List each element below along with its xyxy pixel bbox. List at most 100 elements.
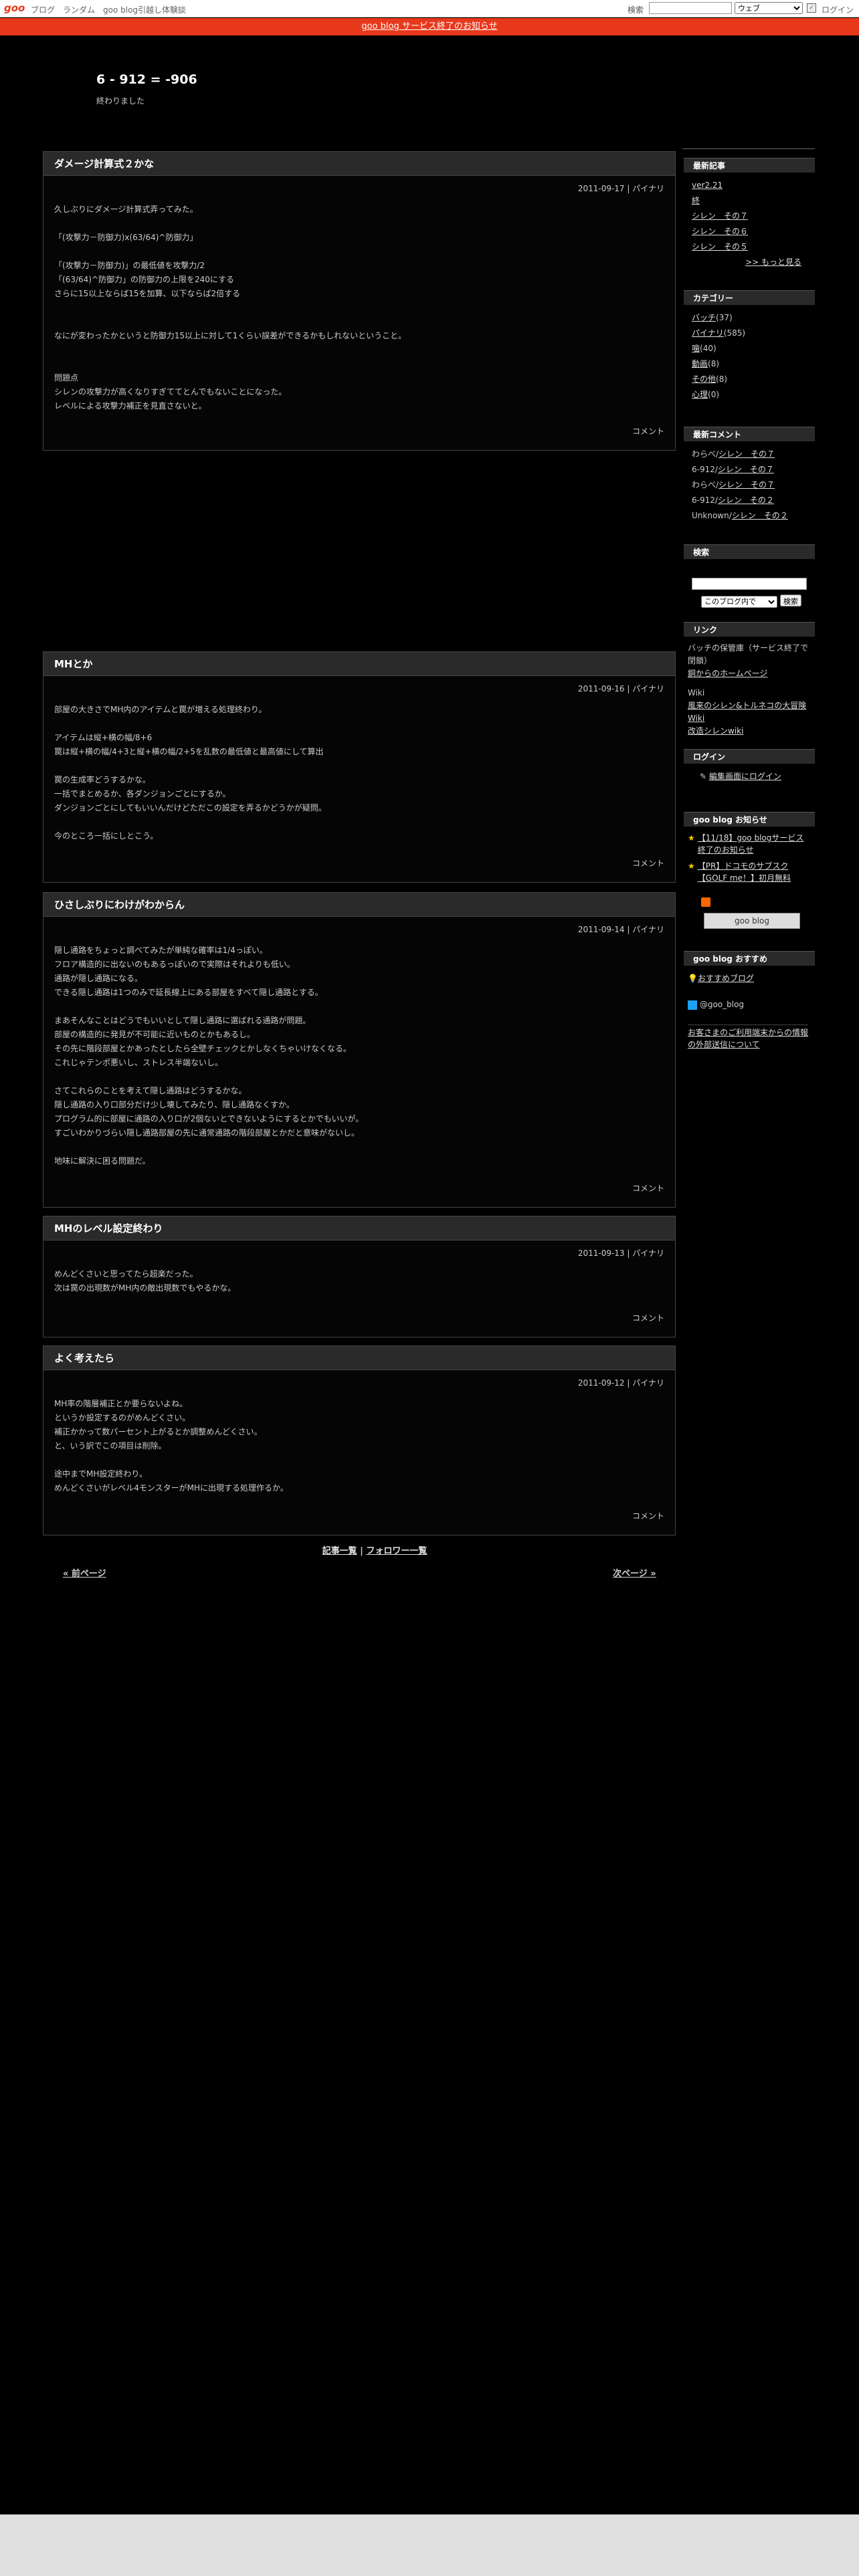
recent-post-link[interactable]: シレン その７ bbox=[692, 211, 748, 221]
blog-search-button[interactable]: 検索 bbox=[779, 595, 801, 607]
link-desc: バッチの保管庫（サービス終了で閉鎖） bbox=[688, 643, 809, 665]
entry-body: MH率の階層補正とか要らないよね。 というか設定するのがめんどくさい。 補正かか… bbox=[54, 1399, 288, 1493]
entry: MHとか 2011-09-16 | パイナリ 部屋の大きさでMH内のアイテムと罠… bbox=[43, 651, 676, 883]
twitter-handle[interactable]: @goo_blog bbox=[700, 1000, 744, 1009]
commenter: 6-912/ bbox=[692, 496, 718, 505]
widget-title: ログイン bbox=[684, 749, 815, 764]
notice-link[interactable]: goo blog サービス終了のお知らせ bbox=[361, 21, 497, 31]
commenter: わらべ/ bbox=[692, 449, 719, 459]
entry-meta: 2011-09-17 | パイナリ bbox=[577, 184, 664, 193]
search-scope-select[interactable]: ウェブ bbox=[735, 2, 803, 14]
login-widget: ログイン ✎ 編集画面にログイン bbox=[684, 749, 815, 784]
search-widget: 検索 このブログ内で 検索 bbox=[684, 544, 815, 609]
recommend-widget: goo blog おすすめ 💡おすすめブログ @goo_blog お客さまのご利… bbox=[684, 951, 815, 1051]
comment-post-link[interactable]: シレン その２ bbox=[732, 511, 788, 520]
entry-body: 隠し通路をちょっと調べてみたが単純な確率は1/4っぽい。 フロア構造的に出ないの… bbox=[54, 946, 364, 1166]
entry: MHのレベル設定終わり 2011-09-13 | パイナリ めんどくさいと思って… bbox=[43, 1216, 676, 1337]
commenter: Unknown/ bbox=[692, 511, 732, 520]
entry-meta: 2011-09-13 | パイナリ bbox=[577, 1249, 664, 1258]
login-link[interactable]: 編集画面にログイン bbox=[709, 772, 781, 781]
entry-comment-link[interactable]: コメント bbox=[632, 857, 664, 869]
entry: ダメージ計算式２かな 2011-09-17 | パイナリ 久しぶりにダメージ計算… bbox=[43, 151, 676, 451]
next-page-link[interactable]: 次ページ » bbox=[613, 1566, 656, 1579]
recent-posts-widget: 最新記事 ver2.21 終 シレン その７ シレン その６ シレン その５ >… bbox=[684, 158, 815, 270]
toolbar-link-random[interactable]: ランダム bbox=[63, 4, 95, 15]
rss-icon[interactable] bbox=[701, 897, 710, 907]
external-link[interactable]: 銅からのホームページ bbox=[688, 669, 767, 678]
category-link[interactable]: 心理 bbox=[692, 390, 708, 399]
entry-title[interactable]: ダメージ計算式２かな bbox=[43, 152, 675, 176]
comment-post-link[interactable]: シレン その７ bbox=[719, 449, 775, 459]
recent-post-link[interactable]: ver2.21 bbox=[692, 181, 723, 190]
toolbar-search-input[interactable] bbox=[649, 2, 732, 14]
info-link[interactable]: お客さまのご利用端末からの情報の外部送信について bbox=[688, 1028, 808, 1049]
more-posts-link[interactable]: >> もっと見る bbox=[745, 257, 801, 267]
entry-body: 久しぶりにダメージ計算式弄ってみた。 「(攻撃力－防御力)x(63/64)^防御… bbox=[54, 205, 407, 411]
commenter: わらべ/ bbox=[692, 480, 719, 490]
widget-title: カテゴリー bbox=[684, 290, 815, 305]
entry-meta: 2011-09-14 | パイナリ bbox=[577, 925, 664, 934]
pager-links: 記事一覧 | フォロワー一覧 bbox=[0, 1543, 749, 1556]
entry-comment-link[interactable]: コメント bbox=[632, 1182, 664, 1194]
entry: よく考えたら 2011-09-12 | パイナリ MH率の階層補正とか要らないよ… bbox=[43, 1346, 676, 1535]
links-widget: リンク バッチの保管庫（サービス終了で閉鎖） 銅からのホームページ Wiki 風… bbox=[684, 622, 815, 738]
follower-list-link[interactable]: フォロワー一覧 bbox=[366, 1546, 427, 1556]
comment-post-link[interactable]: シレン その７ bbox=[719, 480, 775, 490]
recent-comments-widget: 最新コメント わらべ/シレン その７ 6-912/シレン その７ わらべ/シレン… bbox=[684, 427, 815, 524]
entry-title[interactable]: よく考えたら bbox=[43, 1346, 675, 1370]
entry-title[interactable]: ひさしぶりにわけがわからん bbox=[43, 893, 675, 917]
entry-title[interactable]: MHのレベル設定終わり bbox=[43, 1216, 675, 1241]
widget-title: goo blog おすすめ bbox=[684, 951, 815, 966]
entry-comment-link[interactable]: コメント bbox=[632, 425, 664, 437]
pencil-icon: ✎ bbox=[700, 772, 707, 781]
twitter-icon[interactable] bbox=[688, 1000, 697, 1010]
widget-title: 最新記事 bbox=[684, 158, 815, 173]
toolbar-link-blog[interactable]: ブログ bbox=[31, 4, 55, 15]
category-link[interactable]: パイナリ bbox=[692, 328, 724, 338]
entry-comment-link[interactable]: コメント bbox=[632, 1312, 664, 1323]
search-go-icon[interactable]: ✓ bbox=[807, 3, 816, 13]
recent-post-link[interactable]: シレン その５ bbox=[692, 242, 748, 251]
toolbar-link-migration[interactable]: goo blog引越し体験談 bbox=[103, 4, 186, 15]
news-link[interactable]: 【PR】ドコモのサブスク【GOLF me！】初月無料 bbox=[698, 860, 808, 884]
goo-blog-button[interactable]: goo blog bbox=[704, 913, 800, 929]
article-list-link[interactable]: 記事一覧 bbox=[322, 1546, 357, 1556]
widget-title: 検索 bbox=[684, 544, 815, 559]
star-icon: ★ bbox=[688, 861, 695, 871]
widget-title: 最新コメント bbox=[684, 427, 815, 441]
widget-title: goo blog お知らせ bbox=[684, 812, 815, 827]
categories-widget: カテゴリー バッチ(37) パイナリ(585) 噛(40) 動画(8) その他(… bbox=[684, 290, 815, 403]
category-link[interactable]: バッチ bbox=[692, 313, 716, 322]
commenter: 6-912/ bbox=[692, 465, 718, 474]
recommend-link[interactable]: おすすめブログ bbox=[698, 974, 754, 983]
entry-meta: 2011-09-12 | パイナリ bbox=[577, 1378, 664, 1388]
top-toolbar: goo ブログ ランダム goo blog引越し体験談 検索 ウェブ ✓ ログイ… bbox=[0, 0, 859, 17]
comment-post-link[interactable]: シレン その７ bbox=[718, 465, 774, 474]
comment-post-link[interactable]: シレン その２ bbox=[718, 496, 774, 505]
recent-post-link[interactable]: 終 bbox=[692, 196, 700, 205]
entry-comment-link[interactable]: コメント bbox=[632, 1510, 664, 1521]
external-link[interactable]: 風来のシレン&トルネコの大冒険 Wiki bbox=[688, 701, 806, 723]
external-link[interactable]: 改造シレンwiki bbox=[688, 726, 743, 736]
blog-search-scope[interactable]: このブログ内で bbox=[701, 595, 777, 608]
category-link[interactable]: 動画 bbox=[692, 359, 708, 368]
entry-title[interactable]: MHとか bbox=[43, 652, 675, 676]
toolbar-login-link[interactable]: ログイン bbox=[822, 4, 854, 15]
category-link[interactable]: 噛 bbox=[692, 344, 700, 353]
divider bbox=[682, 148, 815, 149]
entry-body: めんどくさいと思ってたら超楽だった。 次は罠の出現数がMH内の敵出現数でもやるか… bbox=[54, 1269, 236, 1293]
news-link[interactable]: 【11/18】goo blogサービス終了のお知らせ bbox=[698, 832, 808, 856]
recent-post-link[interactable]: シレン その６ bbox=[692, 227, 748, 236]
category-link[interactable]: その他 bbox=[692, 374, 716, 384]
blog-search-input[interactable] bbox=[692, 578, 807, 590]
category-count: (40) bbox=[700, 344, 717, 353]
entry-body: 部屋の大きさでMH内のアイテムと罠が増える処理終わり。 アイテムは縦+横の幅/8… bbox=[54, 705, 326, 841]
category-count: (585) bbox=[723, 328, 746, 338]
bulb-icon: 💡 bbox=[688, 974, 698, 983]
widget-title: リンク bbox=[684, 622, 815, 637]
prev-page-link[interactable]: « 前ページ bbox=[63, 1566, 106, 1579]
goo-logo[interactable]: goo bbox=[4, 2, 25, 14]
site-title[interactable]: 6 - 912 = -906 bbox=[96, 72, 197, 87]
search-label: 検索 bbox=[628, 5, 644, 15]
footer-band bbox=[0, 2514, 859, 2576]
